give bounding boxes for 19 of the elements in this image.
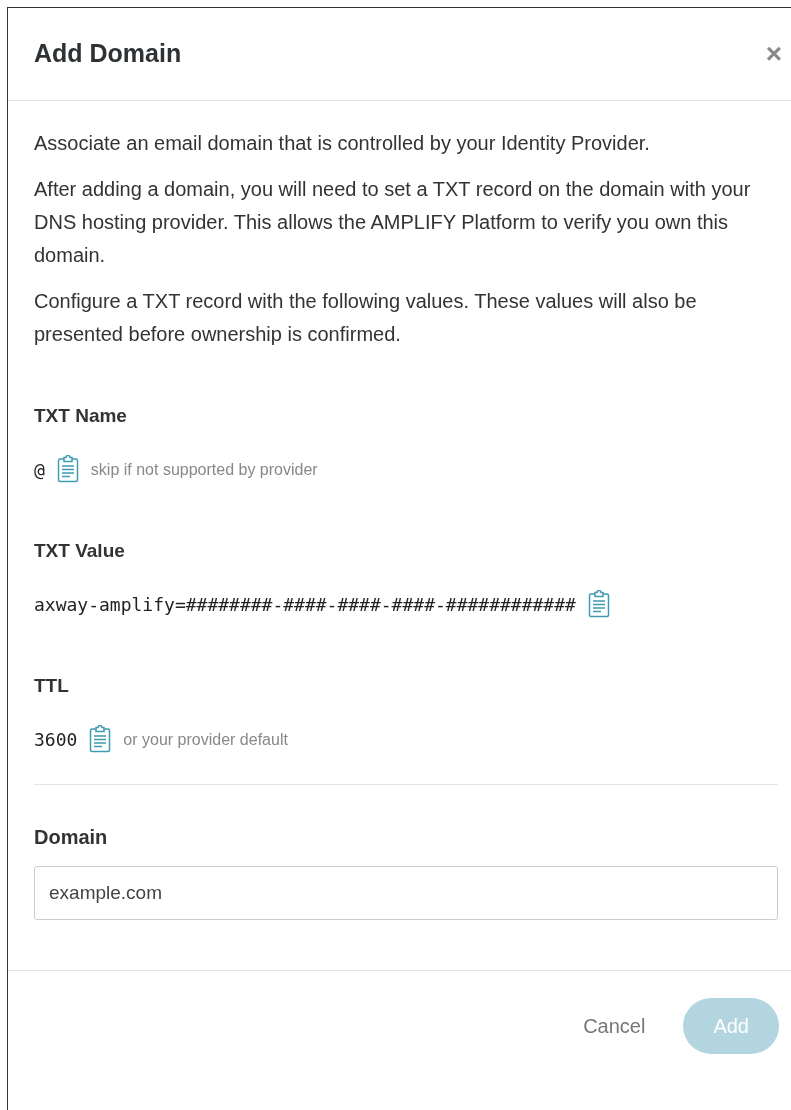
domain-input-field[interactable]: example.com xyxy=(34,866,778,920)
clipboard-icon[interactable] xyxy=(89,725,112,753)
description-text: After adding a domain, you will need to set a TXT record on the domain with your DNS hosting provider. This allows the AMPLIFY Platform to verify you own this domain. xyxy=(34,177,752,268)
field-label: Domain xyxy=(34,825,109,850)
record-value: @ xyxy=(34,457,45,482)
hint-text: or your provider default xyxy=(123,729,288,750)
description-text: Configure a TXT record with the following values. These values will also be presented before ownership is confirmed. xyxy=(34,289,698,347)
dialog-title: Add Domain xyxy=(34,38,182,70)
clipboard-icon[interactable] xyxy=(587,590,610,618)
hint-text: skip if not supported by provider xyxy=(90,459,318,480)
field-label: TXT Value xyxy=(34,539,126,563)
description-text: Associate an email domain that is controlled by your Identity Provider. xyxy=(34,131,651,156)
record-value: axway-amplify=########-####-####-####-############ xyxy=(34,592,576,617)
close-button[interactable]: × xyxy=(765,40,782,68)
field-label: TXT Name xyxy=(34,404,128,428)
cancel-button[interactable]: Cancel xyxy=(575,998,654,1054)
clipboard-icon[interactable] xyxy=(56,455,79,483)
field-label: TTL xyxy=(34,674,70,698)
record-value: 3600 xyxy=(34,727,78,752)
